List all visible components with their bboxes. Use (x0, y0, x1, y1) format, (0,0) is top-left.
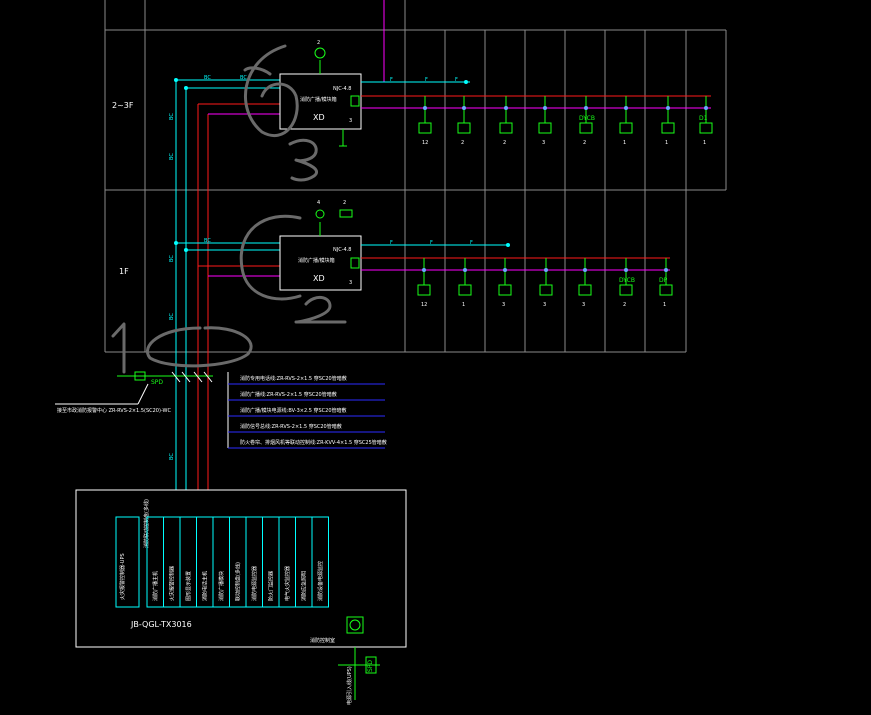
svg-text:F: F (390, 77, 393, 83)
lower-loops: F F F (361, 240, 670, 271)
legend-line-2: 消防广播线:ZR-RVS-2×1.5 穿SC20管暗敷 (240, 391, 337, 398)
cable-legend: 消防专用电话线:ZR-RVS-2×1.5 穿SC20管暗敷 消防广播线:ZR-R… (227, 372, 387, 449)
device-count: 1 (663, 302, 666, 308)
legend-line-1: 消防专用电话线:ZR-RVS-2×1.5 穿SC20管暗敷 (240, 375, 347, 382)
device-icon (579, 122, 593, 134)
device-count: 3 (542, 140, 545, 146)
console-column-label: 电气火灾监控器 (284, 566, 291, 601)
device-icon (659, 284, 673, 296)
console-column-label: 火灾报警控制器 (169, 566, 176, 601)
device-count: 2 (461, 140, 464, 146)
svg-text:BC: BC (240, 75, 247, 81)
console-column-label: 图形显示装置 (185, 571, 192, 601)
device-icon (457, 122, 471, 134)
device-icon (418, 122, 432, 134)
upper-sub-no: 3 (349, 118, 352, 124)
riser-tag: BC (169, 453, 175, 460)
device-code: DYCB (619, 277, 635, 284)
device-icon (458, 284, 472, 296)
device-count: 1 (665, 140, 668, 146)
svg-text:F: F (430, 240, 433, 246)
console-left-col-a: 火灾报警控制器-UPS (119, 553, 126, 600)
device-count: 12 (421, 302, 427, 308)
device-icon (538, 122, 552, 134)
device-icon (661, 122, 675, 134)
lower-top-tag-icon (339, 209, 353, 218)
device-count: 2 (583, 140, 586, 146)
upper-box-label: 消防广播/模块箱 (300, 96, 337, 103)
console-column-label: 消防应急照明 (301, 571, 308, 601)
device-code: DP (659, 277, 668, 284)
device-count: 3 (582, 302, 585, 308)
console-spd-label: SPD (367, 660, 374, 672)
console-column-label: 消防设备电源监控 (317, 561, 324, 601)
svg-text:F: F (455, 77, 458, 83)
console-column-label: 消防电源监控器 (251, 566, 258, 601)
console-incoming-cable: 电源引入线(UPS) SPD (338, 647, 380, 705)
riser-tag: BC (169, 255, 175, 262)
svg-text:F: F (390, 240, 393, 246)
console-column-label: 联动控制盘(多线) (235, 562, 242, 601)
lower-panel-code: NJC-4.8 (333, 247, 351, 253)
lower-top-tag-no-left: 4 (317, 200, 320, 206)
floor-label-lower: 1F (119, 267, 129, 276)
lower-device-row: 12 1 3 3 3 DYCB 2 DP 1 (417, 258, 673, 308)
legend-line-5: 防火卷帘、排烟风机等联动控制线:ZR-KVV-4×1.5 穿SC25管暗敷 (240, 439, 387, 446)
device-count: 2 (623, 302, 626, 308)
svg-text:F: F (425, 77, 428, 83)
device-icon (699, 122, 713, 134)
console-column-strip: 消防广播主机 火灾报警控制器 图形显示装置 消防电话主机 消防广播模块 联动控制盘(多线)… (146, 516, 329, 608)
device-icon (417, 284, 431, 296)
device-count: 3 (502, 302, 505, 308)
svg-text:BC: BC (204, 75, 211, 81)
device-count: 2 (503, 140, 506, 146)
device-icon (499, 122, 513, 134)
lower-feeders: BC (174, 238, 280, 277)
riser-tag: BC (169, 113, 175, 120)
lower-box-code: XD (313, 274, 325, 283)
device-count: 3 (543, 302, 546, 308)
console-column-label: 消防电话主机 (202, 571, 209, 601)
console-column-label: 防火门监控器 (268, 571, 275, 601)
console-model: JB-QGL-TX3016 (130, 620, 192, 629)
lower-box-label: 消防广播/模块箱 (298, 257, 335, 264)
svg-text:F: F (470, 240, 473, 246)
riser-tag: BC (169, 153, 175, 160)
floor-label-upper: 2~3F (112, 101, 134, 110)
device-icon (619, 122, 633, 134)
device-count: 1 (462, 302, 465, 308)
legend-line-3: 消防广播/模块电源线:BV-3×2.5 穿SC20管暗敷 (240, 407, 347, 414)
device-icon (578, 284, 592, 296)
console-bottom-label: 消防控制室 (310, 637, 335, 644)
upper-panel-code: NJC-4.8 (333, 86, 351, 92)
hand-annotations (111, 44, 347, 374)
console-bottom-icon (346, 616, 364, 634)
svg-text:BC: BC (204, 238, 211, 244)
spd-label: SPD (151, 379, 163, 386)
legend-line-4: 消防信号总线:ZR-RVS-2×1.5 穿SC20管暗敷 (240, 423, 342, 430)
spd-junction: SPD 接至市政消防报警中心 ZR-RVS-2×1.5(SC20)-WC (55, 371, 213, 414)
console-column-label: 消防广播主机 (152, 571, 159, 601)
device-icon (619, 284, 633, 296)
riser-tag: BC (169, 313, 175, 320)
device-icon (498, 284, 512, 296)
upper-top-tag-icon (314, 47, 326, 59)
device-code: DYCB (579, 115, 595, 122)
lower-sub-no: 3 (349, 280, 352, 286)
device-count: 1 (623, 140, 626, 146)
console-cable-label: 电源引入线(UPS) (346, 666, 353, 705)
device-count: 1 (703, 140, 706, 146)
spd-note: 接至市政消防报警中心 ZR-RVS-2×1.5(SC20)-WC (57, 407, 171, 414)
lower-top-tag-no: 2 (343, 200, 346, 206)
upper-box-code: XD (313, 113, 325, 122)
upper-top-tag-no: 2 (317, 40, 320, 46)
upper-loops: F F F (361, 77, 711, 109)
device-code: D1 (699, 115, 708, 122)
console-column-label: 消防广播模块 (218, 571, 225, 601)
device-icon (539, 284, 553, 296)
device-count: 12 (422, 140, 428, 146)
fire-alarm-riser-diagram: 2~3F 1F BC BC BC BC BC BC BC 消防广播/模块箱 XD… (55, 0, 727, 705)
